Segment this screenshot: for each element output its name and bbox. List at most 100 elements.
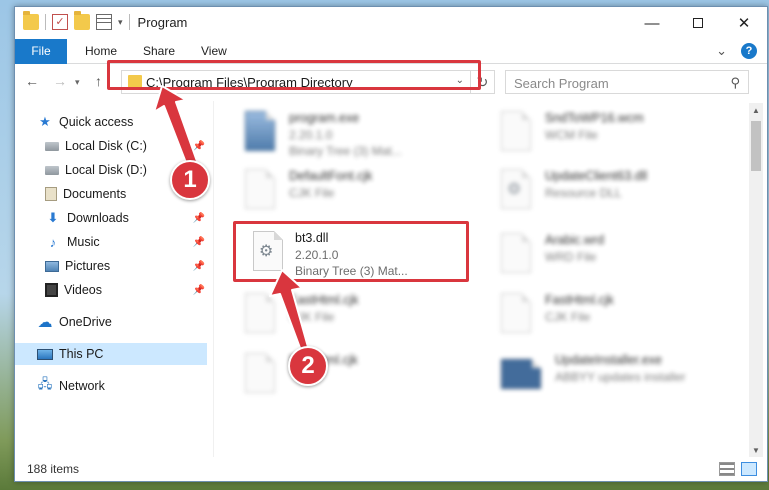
status-bar: 188 items (15, 457, 767, 481)
sidebar-item-music[interactable]: ♪ Music 📌 (45, 231, 209, 253)
recent-locations-chevron-icon[interactable]: ▾ (75, 77, 80, 88)
toolbar-divider (45, 14, 46, 30)
file-name: UpdateInstaller.exe (555, 353, 663, 367)
sidebar-item-label: Quick access (59, 115, 134, 129)
installer-icon (501, 359, 541, 389)
properties-check-icon[interactable]: ✓ (52, 14, 68, 30)
sidebar-item-pictures[interactable]: Pictures 📌 (45, 255, 209, 277)
file-type: CJK File (289, 186, 335, 200)
scroll-up-icon[interactable]: ▲ (749, 103, 763, 119)
dll-icon: ⚙ (501, 169, 531, 209)
file-version: 2.20.1.0 (295, 248, 339, 262)
file-item[interactable]: UpdateInstaller.exe ABBYY updates instal… (489, 347, 729, 403)
tab-share[interactable]: Share (131, 39, 187, 64)
disk-icon (45, 141, 59, 151)
file-item[interactable]: ⚙ UpdateClient63.dll Resource DLL (489, 163, 729, 219)
folder-icon (23, 11, 39, 30)
file-item[interactable]: Arabic.wrd WRD File (489, 227, 729, 283)
view-buttons (719, 462, 757, 476)
forward-arrow-icon[interactable]: → (53, 73, 67, 89)
pin-icon[interactable]: 📌 (193, 285, 205, 296)
sidebar-item-quick-access[interactable]: ★ Quick access (37, 111, 209, 133)
pictures-icon (45, 260, 59, 272)
refresh-icon[interactable]: ↻ (470, 71, 494, 93)
scroll-thumb[interactable] (751, 121, 761, 171)
file-name: EastHtml.cjk (289, 293, 359, 307)
navigation-bar: ← → ▾ ↑ C:\Program Files\Program Directo… (15, 64, 767, 98)
file-type: CJK File (289, 310, 335, 324)
item-count: 188 items (27, 462, 80, 476)
folder-icon (128, 75, 142, 88)
file-name: Arabic.wrd (545, 233, 605, 247)
sidebar-item-onedrive[interactable]: ☁ OneDrive (37, 311, 209, 333)
documents-icon (45, 187, 57, 201)
file-item[interactable]: program.exe 2.20.1.0 Binary Tree (3) Mat… (233, 105, 473, 161)
tiles-view-icon[interactable] (741, 462, 757, 476)
dll-icon: ⚙ (253, 231, 283, 271)
back-arrow-icon[interactable]: ← (25, 73, 39, 89)
search-icon[interactable]: ⚲ (730, 75, 740, 91)
pane-divider[interactable] (213, 101, 214, 461)
videos-icon (45, 283, 58, 297)
up-arrow-icon[interactable]: ↑ (95, 73, 102, 89)
sidebar-item-local-disk-c[interactable]: Local Disk (C:) 📌 (45, 135, 209, 157)
file-list: program.exe 2.20.1.0 Binary Tree (3) Mat… (223, 101, 743, 461)
customize-toolbar-icon[interactable] (96, 14, 112, 30)
navigation-pane: ★ Quick access Local Disk (C:) 📌 Local D… (15, 101, 213, 461)
disk-icon (45, 165, 59, 175)
file-item[interactable]: SndToWP16.wcm WCM File (489, 105, 729, 161)
address-dropdown-icon[interactable]: ⌄ (456, 75, 464, 86)
file-name: bt3.dll (295, 231, 329, 245)
vertical-scrollbar[interactable]: ▲ ▼ (749, 103, 763, 459)
minimize-button[interactable]: — (629, 7, 675, 39)
file-item[interactable]: FastHtml.cjk (233, 347, 473, 403)
minimize-icon: — (644, 14, 660, 32)
file-name: UpdateClient63.dll (545, 169, 648, 183)
search-placeholder: Search Program (514, 76, 609, 91)
music-icon: ♪ (49, 234, 57, 250)
file-item-bt3-dll[interactable]: ⚙ bt3.dll 2.20.1.0 Binary Tree (3) Mat..… (243, 227, 473, 283)
file-description: Binary Tree (3) Mat... (289, 144, 402, 158)
pin-icon[interactable]: 📌 (193, 213, 205, 224)
new-folder-icon[interactable] (74, 11, 90, 30)
close-button[interactable]: ✕ (721, 7, 767, 39)
file-item[interactable]: DefaultFont.cjk CJK File (233, 163, 473, 219)
sidebar-item-this-pc[interactable]: This PC (15, 343, 207, 365)
window-title: Program (137, 14, 188, 30)
file-item[interactable]: FastHtml.cjk CJK File (489, 287, 729, 343)
file-name: program.exe (289, 111, 360, 125)
details-view-icon[interactable] (719, 462, 735, 476)
pin-icon[interactable]: 📌 (193, 141, 205, 152)
sidebar-item-network[interactable]: 🖧 Network (37, 375, 209, 397)
help-icon[interactable]: ? (741, 43, 757, 59)
expand-ribbon-icon[interactable]: ⌄ (716, 43, 727, 59)
maximize-icon (693, 18, 703, 28)
sidebar-item-downloads[interactable]: ⬇ Downloads 📌 (45, 207, 209, 229)
file-type: WCM File (545, 128, 598, 142)
ribbon-right-controls: ⌄ ? (716, 43, 757, 59)
pin-icon[interactable]: 📌 (193, 237, 205, 248)
tab-file[interactable]: File (15, 39, 67, 64)
file-name: SndToWP16.wcm (545, 111, 644, 125)
file-item[interactable]: EastHtml.cjk CJK File (233, 287, 473, 343)
sidebar-item-label: Pictures (65, 259, 111, 273)
file-icon (245, 293, 275, 333)
chevron-down-icon[interactable]: ▾ (118, 17, 123, 28)
file-name: DefaultFont.cjk (289, 169, 373, 183)
gear-icon: ⚙ (259, 243, 274, 260)
address-path[interactable]: C:\Program Files\Program Directory (146, 75, 353, 90)
step-badge-1: 1 (170, 160, 210, 200)
tab-view[interactable]: View (189, 39, 239, 64)
address-bar[interactable]: C:\Program Files\Program Directory ⌄ ↻ (121, 70, 495, 94)
network-icon: 🖧 (37, 376, 53, 391)
search-input[interactable]: Search Program ⚲ (505, 70, 749, 94)
tab-home[interactable]: Home (73, 39, 129, 64)
pin-icon[interactable]: 📌 (193, 261, 205, 272)
file-icon (245, 169, 275, 209)
maximize-button[interactable] (675, 7, 721, 39)
sidebar-item-label: Local Disk (C:) (65, 139, 147, 153)
sidebar-item-label: Videos (64, 283, 102, 297)
sidebar-item-videos[interactable]: Videos 📌 (45, 279, 209, 301)
file-description: ABBYY updates installer (555, 370, 686, 384)
sidebar-item-label: Network (59, 379, 105, 393)
